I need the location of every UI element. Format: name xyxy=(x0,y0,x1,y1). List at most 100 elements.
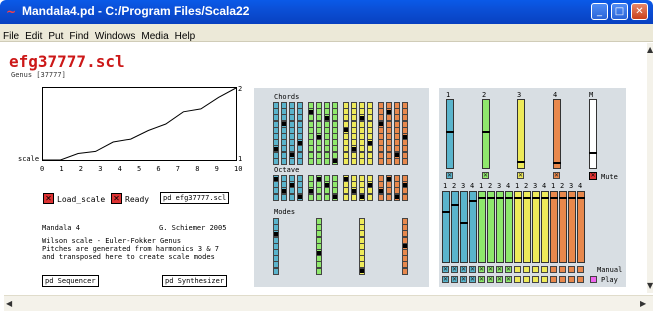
sub-voice-slider[interactable] xyxy=(532,191,540,263)
slider-handle[interactable] xyxy=(487,196,495,199)
sub-voice-play-toggle[interactable]: ✕ xyxy=(496,276,503,283)
sub-voice-slider[interactable] xyxy=(487,191,495,263)
sub-voice-slider[interactable] xyxy=(442,191,450,263)
sub-voice-play-toggle[interactable]: ✕ xyxy=(460,276,467,283)
sub-voice-play-toggle[interactable]: ✕ xyxy=(478,276,485,283)
matrix-cell[interactable] xyxy=(281,157,287,165)
matrix-cell[interactable] xyxy=(324,193,330,201)
matrix-cell[interactable] xyxy=(359,157,365,165)
sub-voice-slider[interactable] xyxy=(478,191,486,263)
scroll-left-arrow-icon[interactable]: ◀ xyxy=(6,299,12,308)
sub-voice-slider[interactable] xyxy=(523,191,531,263)
slider-handle[interactable] xyxy=(559,196,567,199)
sub-voice-toggle[interactable] xyxy=(532,266,539,273)
synthesizer-subpatch-button[interactable]: pd Synthesizer xyxy=(162,275,228,287)
horizontal-scrollbar[interactable]: ◀ ▶ xyxy=(4,295,653,311)
sub-voice-toggle[interactable]: ✕ xyxy=(505,266,512,273)
sub-voice-toggle[interactable]: ✕ xyxy=(451,266,458,273)
slider-handle[interactable] xyxy=(505,196,513,199)
matrix-cell[interactable] xyxy=(367,157,373,165)
scroll-right-arrow-icon[interactable]: ▶ xyxy=(640,299,646,308)
slider-handle[interactable] xyxy=(496,196,504,199)
scroll-up-arrow-icon[interactable]: ▲ xyxy=(647,45,653,54)
sub-voice-toggle[interactable]: ✕ xyxy=(460,266,467,273)
sub-voice-slider[interactable] xyxy=(550,191,558,263)
matrix-cell[interactable] xyxy=(297,157,303,165)
sub-voice-slider[interactable] xyxy=(460,191,468,263)
slider-handle[interactable] xyxy=(523,196,531,199)
sub-voice-toggle[interactable] xyxy=(523,266,530,273)
sub-voice-play-toggle[interactable] xyxy=(568,276,575,283)
sub-voice-play-toggle[interactable] xyxy=(523,276,530,283)
sub-voice-toggle[interactable] xyxy=(514,266,521,273)
sub-voice-slider[interactable] xyxy=(496,191,504,263)
slider-handle[interactable] xyxy=(589,151,597,154)
slider-handle[interactable] xyxy=(577,196,585,199)
slider-handle[interactable] xyxy=(482,130,490,133)
matrix-cell[interactable] xyxy=(316,267,322,275)
slider-handle[interactable] xyxy=(553,162,561,164)
matrix-cell[interactable] xyxy=(289,157,295,165)
scale-plot[interactable] xyxy=(42,87,237,161)
slider-handle[interactable] xyxy=(442,211,450,213)
slider-handle[interactable] xyxy=(478,196,486,199)
matrix-cell[interactable] xyxy=(394,157,400,165)
sub-voice-toggle[interactable] xyxy=(550,266,557,273)
sub-voice-slider[interactable] xyxy=(568,191,576,263)
matrix-cell[interactable] xyxy=(351,193,357,201)
sub-voice-toggle[interactable] xyxy=(559,266,566,273)
sub-voice-slider[interactable] xyxy=(451,191,459,263)
sub-voice-slider[interactable] xyxy=(577,191,585,263)
matrix-cell[interactable] xyxy=(343,157,349,165)
matrix-cell[interactable] xyxy=(289,193,295,201)
sub-voice-play-toggle[interactable]: ✕ xyxy=(451,276,458,283)
maximize-button[interactable]: □ xyxy=(611,3,628,20)
sub-voice-slider[interactable] xyxy=(514,191,522,263)
minimize-button[interactable]: _ xyxy=(591,3,608,20)
voice-volume-slider[interactable] xyxy=(589,99,597,169)
sub-voice-play-toggle[interactable] xyxy=(541,276,548,283)
matrix-cell[interactable] xyxy=(367,193,373,201)
voice-volume-slider[interactable] xyxy=(553,99,561,169)
sub-voice-play-toggle[interactable] xyxy=(514,276,521,283)
sub-voice-play-toggle[interactable]: ✕ xyxy=(505,276,512,283)
voice-toggle[interactable]: ✕ xyxy=(446,172,453,179)
voice-toggle[interactable]: ✕ xyxy=(553,172,560,179)
sequencer-subpatch-button[interactable]: pd Sequencer xyxy=(42,275,99,287)
sub-voice-play-toggle[interactable] xyxy=(559,276,566,283)
play-toggle[interactable] xyxy=(590,276,597,283)
sub-voice-play-toggle[interactable]: ✕ xyxy=(487,276,494,283)
matrix-cell[interactable] xyxy=(273,157,279,165)
matrix-cell[interactable] xyxy=(343,193,349,201)
sub-voice-toggle[interactable]: ✕ xyxy=(442,266,449,273)
voice-toggle[interactable]: ✕ xyxy=(517,172,524,179)
voice-volume-slider[interactable] xyxy=(482,99,490,169)
matrix-cell[interactable] xyxy=(386,193,392,201)
matrix-cell[interactable] xyxy=(386,157,392,165)
matrix-cell[interactable] xyxy=(273,193,279,201)
matrix-cell[interactable] xyxy=(402,193,408,201)
scroll-down-arrow-icon[interactable]: ▼ xyxy=(647,281,653,290)
slider-handle[interactable] xyxy=(469,200,477,203)
matrix-cell[interactable] xyxy=(402,267,408,275)
scl-subpatch-object[interactable]: pd efg37777.scl xyxy=(160,192,230,204)
matrix-cell[interactable] xyxy=(308,157,314,165)
voice-volume-slider[interactable] xyxy=(446,99,454,169)
matrix-cell[interactable] xyxy=(316,157,322,165)
sub-voice-toggle[interactable]: ✕ xyxy=(478,266,485,273)
sub-voice-slider[interactable] xyxy=(541,191,549,263)
slider-handle[interactable] xyxy=(451,203,459,206)
sub-voice-toggle[interactable] xyxy=(568,266,575,273)
ready-toggle[interactable]: ✕ xyxy=(111,193,122,204)
vertical-scrollbar[interactable]: ▲ ▼ xyxy=(647,43,653,293)
sub-voice-play-toggle[interactable] xyxy=(532,276,539,283)
title-bar[interactable]: ~ Mandala4.pd - C:/Program Files/Scala22… xyxy=(0,0,653,24)
matrix-cell[interactable] xyxy=(324,157,330,165)
sub-voice-slider[interactable] xyxy=(505,191,513,263)
slider-handle[interactable] xyxy=(568,196,576,199)
slider-handle[interactable] xyxy=(517,160,525,163)
mute-toggle[interactable]: ✕ xyxy=(589,172,597,180)
slider-handle[interactable] xyxy=(460,221,468,224)
voice-volume-slider[interactable] xyxy=(517,99,525,169)
matrix-cell[interactable] xyxy=(281,193,287,201)
